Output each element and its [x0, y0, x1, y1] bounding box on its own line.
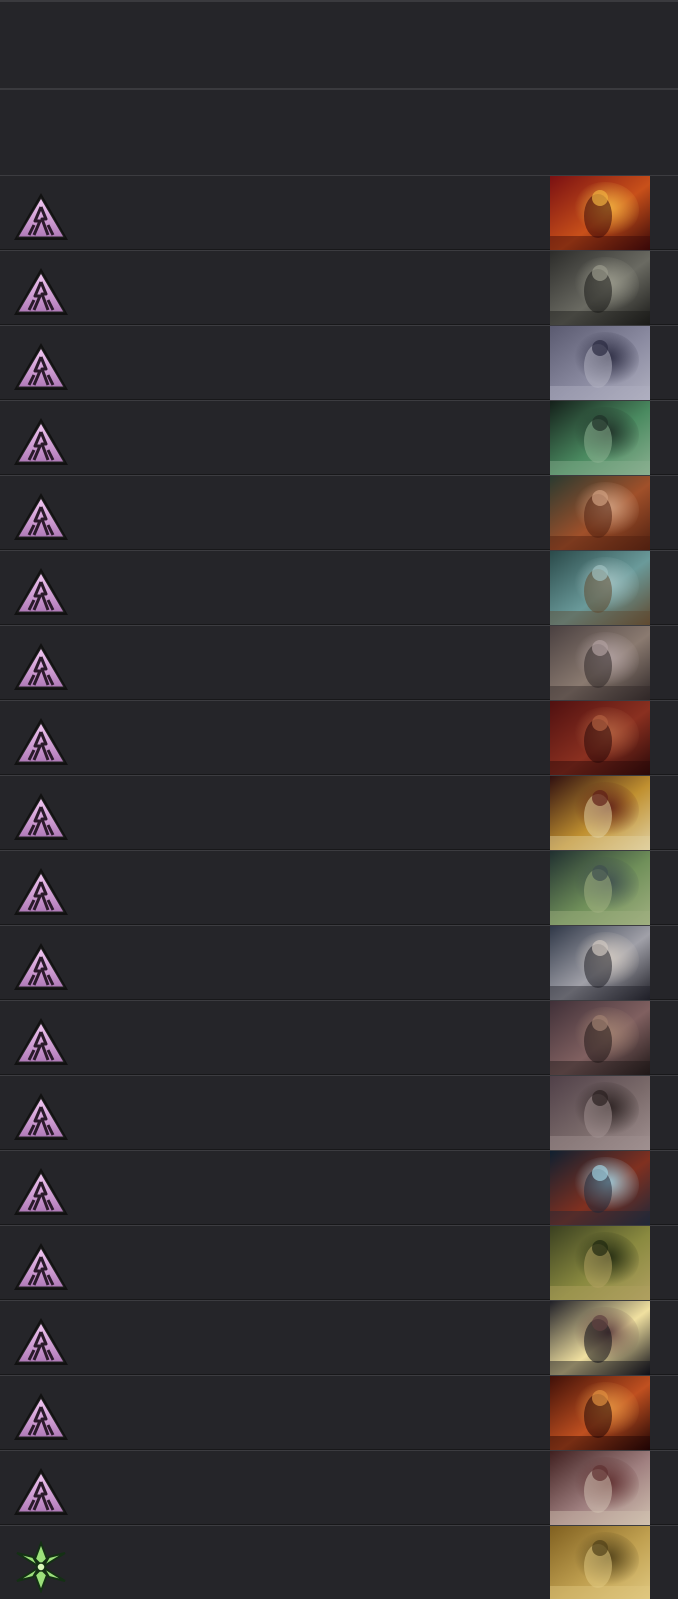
pink-triangle-set-icon: [12, 491, 70, 543]
pink-triangle-set-icon: [12, 1166, 70, 1218]
card-row[interactable]: [0, 775, 678, 850]
red-haired-creature-card-art[interactable]: [550, 476, 650, 550]
card-row[interactable]: [0, 550, 678, 625]
pink-triangle-set-icon: [12, 1241, 70, 1293]
green-brute-card-art[interactable]: [550, 851, 650, 925]
card-row[interactable]: [0, 625, 678, 700]
card-row[interactable]: [0, 700, 678, 775]
lantern-ritual-card-art[interactable]: [550, 776, 650, 850]
card-row[interactable]: [0, 1225, 678, 1300]
fiery-demon-card-art[interactable]: [550, 1376, 650, 1450]
card-row[interactable]: [0, 250, 678, 325]
golden-idol-card-art[interactable]: [550, 1526, 650, 1599]
red-fire-card-art[interactable]: [550, 176, 650, 250]
pink-triangle-set-icon: [12, 1091, 70, 1143]
fallen-body-card-art[interactable]: [550, 1001, 650, 1075]
pink-triangle-set-icon: [12, 1391, 70, 1443]
crimson-ghoul-card-art[interactable]: [550, 701, 650, 775]
undead-group-card-art[interactable]: [550, 1451, 650, 1525]
forest-hag-card-art[interactable]: [550, 1226, 650, 1300]
card-row[interactable]: [0, 475, 678, 550]
green-leaf-set-icon: [12, 1541, 70, 1593]
pink-triangle-set-icon: [12, 1316, 70, 1368]
haunted-house-card-art[interactable]: [550, 1301, 650, 1375]
pink-triangle-set-icon: [12, 941, 70, 993]
gray-skeleton-card-art[interactable]: [550, 251, 650, 325]
card-row[interactable]: [0, 325, 678, 400]
pink-triangle-set-icon: [12, 1466, 70, 1518]
empty-header-row: [0, 0, 678, 88]
card-row[interactable]: [0, 1300, 678, 1375]
misty-zombies-card-art[interactable]: [550, 551, 650, 625]
card-list: [0, 0, 678, 1599]
pink-triangle-set-icon: [12, 416, 70, 468]
pink-triangle-set-icon: [12, 791, 70, 843]
pink-triangle-set-icon: [12, 716, 70, 768]
card-row[interactable]: [0, 175, 678, 250]
card-row[interactable]: [0, 400, 678, 475]
pale-creatures-card-art[interactable]: [550, 626, 650, 700]
card-row[interactable]: [0, 1075, 678, 1150]
card-row[interactable]: [0, 850, 678, 925]
card-row[interactable]: [0, 925, 678, 1000]
pink-triangle-set-icon: [12, 566, 70, 618]
empty-header-row: [0, 88, 678, 175]
cloaked-figure-card-art[interactable]: [550, 326, 650, 400]
pink-triangle-set-icon: [12, 866, 70, 918]
witch-hunter-card-art[interactable]: [550, 1076, 650, 1150]
card-row[interactable]: [0, 1525, 678, 1599]
grinning-face-card-art[interactable]: [550, 926, 650, 1000]
card-row[interactable]: [0, 1450, 678, 1525]
pink-triangle-set-icon: [12, 341, 70, 393]
green-ghouls-card-art[interactable]: [550, 401, 650, 475]
card-row[interactable]: [0, 1150, 678, 1225]
pink-triangle-set-icon: [12, 266, 70, 318]
hooded-spirits-card-art[interactable]: [550, 1151, 650, 1225]
card-row[interactable]: [0, 1000, 678, 1075]
card-row[interactable]: [0, 1375, 678, 1450]
pink-triangle-set-icon: [12, 1016, 70, 1068]
pink-triangle-set-icon: [12, 641, 70, 693]
pink-triangle-set-icon: [12, 191, 70, 243]
